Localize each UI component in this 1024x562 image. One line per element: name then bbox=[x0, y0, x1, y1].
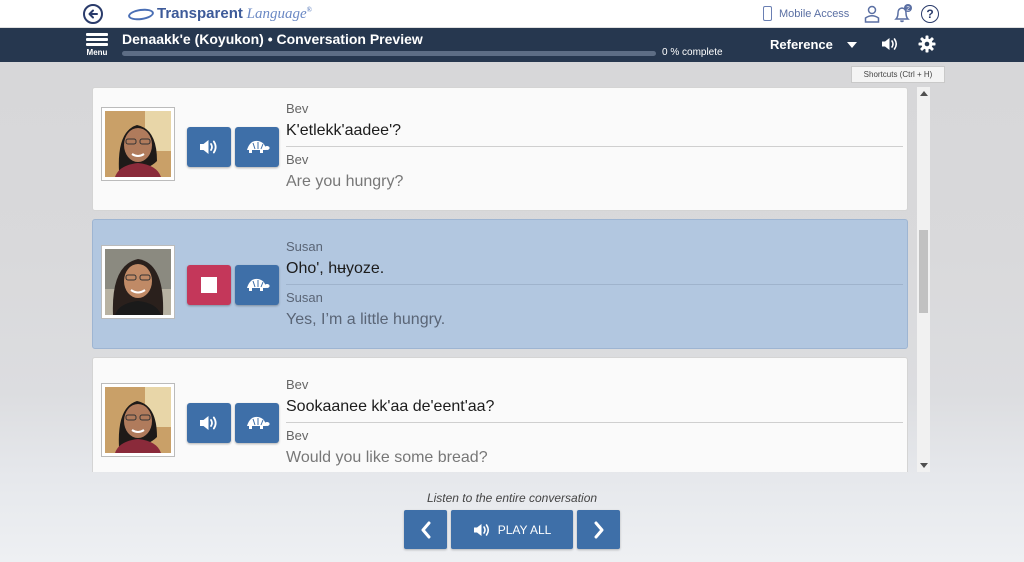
conversation-card: Bev Sookaanee kk'aa de'eent'aa? Bev Woul… bbox=[92, 357, 908, 472]
logo-registered-mark: ® bbox=[306, 6, 312, 14]
notification-count-badge: 2 bbox=[906, 6, 910, 13]
progress-text: 0 % complete bbox=[662, 47, 723, 58]
speaker-name-translation: Bev bbox=[286, 152, 309, 167]
settings-gear-icon[interactable] bbox=[918, 35, 936, 58]
speaker-icon bbox=[200, 416, 217, 430]
slow-play-turtle-button[interactable] bbox=[235, 403, 279, 443]
portrait-bev-image bbox=[105, 387, 171, 453]
speaker-name: Bev bbox=[286, 377, 309, 392]
previous-button[interactable] bbox=[404, 510, 447, 549]
slow-play-turtle-button[interactable] bbox=[235, 127, 279, 167]
native-phrase: Sookaanee kk'aa de'eent'aa? bbox=[286, 398, 495, 415]
avatar-bev bbox=[101, 107, 175, 181]
speaker-icon bbox=[200, 140, 217, 154]
hamburger-menu-icon bbox=[85, 33, 109, 46]
speaker-name: Susan bbox=[286, 239, 323, 254]
shortcuts-tooltip: Shortcuts (Ctrl + H) bbox=[851, 66, 945, 83]
scroll-down-arrow-icon[interactable] bbox=[920, 463, 928, 468]
chevron-down-icon bbox=[846, 41, 857, 48]
divider bbox=[286, 422, 903, 423]
chevron-left-icon bbox=[421, 521, 430, 538]
speaker-name-translation: Bev bbox=[286, 428, 309, 443]
back-button[interactable] bbox=[83, 4, 103, 24]
top-bar: Transparent Language® Mobile Access 2 ? bbox=[0, 0, 1024, 28]
listen-hint: Listen to the entire conversation bbox=[426, 491, 598, 505]
audio-settings-speaker-icon[interactable] bbox=[881, 36, 899, 57]
reference-dropdown[interactable]: Reference bbox=[770, 37, 857, 52]
play-all-label: PLAY ALL bbox=[497, 522, 552, 537]
stop-audio-button[interactable] bbox=[187, 265, 231, 305]
menu-button[interactable]: Menu bbox=[85, 31, 109, 57]
mobile-access-link[interactable]: Mobile Access bbox=[763, 6, 849, 21]
conversation-card: Bev K'etlekk'aadee'? Bev Are you hungry? bbox=[92, 87, 908, 211]
logo-rest-text: Language bbox=[246, 6, 307, 22]
scroll-up-arrow-icon[interactable] bbox=[920, 91, 928, 96]
notifications-bell-icon[interactable]: 2 bbox=[893, 4, 913, 29]
speaker-name-translation: Susan bbox=[286, 290, 323, 305]
turtle-icon bbox=[247, 416, 270, 429]
conversation-list: Bev K'etlekk'aadee'? Bev Are you hungry? bbox=[92, 87, 932, 472]
logo-swoosh-icon bbox=[127, 6, 155, 22]
slow-play-turtle-button[interactable] bbox=[235, 265, 279, 305]
progress-bar bbox=[122, 51, 656, 56]
native-phrase: K'etlekk'aadee'? bbox=[286, 122, 402, 139]
transparent-language-logo[interactable]: Transparent Language® bbox=[127, 5, 312, 23]
scroll-thumb[interactable] bbox=[919, 230, 928, 313]
mobile-access-label: Mobile Access bbox=[779, 7, 850, 20]
avatar-susan bbox=[101, 245, 175, 319]
portrait-bev-image bbox=[105, 111, 171, 177]
translation-phrase: Would you like some bread? bbox=[286, 449, 488, 466]
stop-icon bbox=[201, 277, 217, 293]
page-title: Denaakk'e (Koyukon) • Conversation Previ… bbox=[122, 31, 423, 47]
conversation-scrollbar[interactable] bbox=[917, 87, 930, 472]
menu-label: Menu bbox=[86, 48, 108, 57]
portrait-susan-image bbox=[105, 249, 171, 315]
speaker-icon bbox=[473, 523, 489, 536]
translation-phrase: Are you hungry? bbox=[286, 173, 404, 190]
back-arrow-icon bbox=[88, 9, 98, 19]
help-icon[interactable]: ? bbox=[921, 5, 939, 23]
divider bbox=[286, 284, 903, 285]
turtle-icon bbox=[247, 278, 270, 291]
divider bbox=[286, 146, 903, 147]
avatar-bev bbox=[101, 383, 175, 457]
native-phrase: Oho', hʉyoze. bbox=[286, 260, 385, 277]
translation-phrase: Yes, I’m a little hungry. bbox=[286, 311, 446, 328]
conversation-card-active: Susan Oho', hʉyoze. Susan Yes, I’m a lit… bbox=[92, 219, 908, 349]
play-audio-button[interactable] bbox=[187, 127, 231, 167]
speaker-name: Bev bbox=[286, 101, 309, 116]
turtle-icon bbox=[247, 140, 270, 153]
logo-brand-text: Transparent bbox=[157, 5, 243, 22]
navigation-bar: Menu Denaakk'e (Koyukon) • Conversation … bbox=[0, 28, 1024, 62]
play-audio-button[interactable] bbox=[187, 403, 231, 443]
phone-icon bbox=[763, 6, 772, 21]
user-account-icon[interactable] bbox=[864, 5, 880, 28]
next-button[interactable] bbox=[577, 510, 620, 549]
reference-label: Reference bbox=[770, 37, 833, 52]
play-all-button[interactable]: PLAY ALL bbox=[451, 510, 573, 549]
chevron-right-icon bbox=[594, 521, 603, 538]
